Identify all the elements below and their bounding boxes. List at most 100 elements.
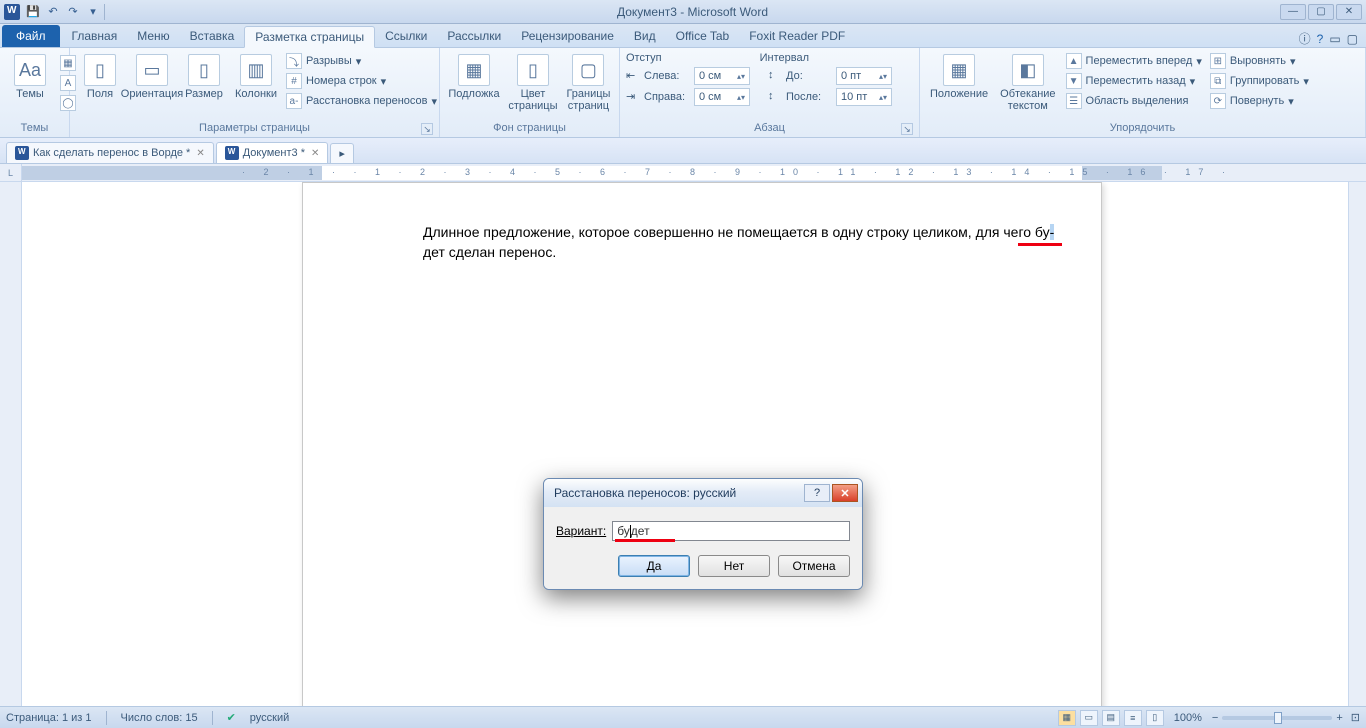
status-bar: Страница: 1 из 1 Число слов: 15 ✔ русски… — [0, 706, 1366, 728]
print-layout-view-button[interactable]: ▦ — [1058, 710, 1076, 726]
document-text[interactable]: Длинное предложение, которое совершенно … — [423, 223, 1063, 263]
tab-foxit[interactable]: Foxit Reader PDF — [739, 25, 855, 47]
indent-left-input[interactable]: 0 см▴▾ — [694, 67, 750, 85]
group-arrange-label: Упорядочить — [926, 121, 1359, 137]
dialog-title-bar[interactable]: Расстановка переносов: русский ? ✕ — [544, 479, 862, 507]
line-numbers-button[interactable]: #Номера строк ▾ — [284, 72, 439, 90]
ribbon-body: Aa Темы ▦ A ◯ Темы ▯Поля ▭Ориентация ▯Ра… — [0, 48, 1366, 138]
rotate-button[interactable]: ⟳Повернуть ▾ — [1208, 92, 1311, 110]
document-canvas[interactable]: Длинное предложение, которое совершенно … — [22, 182, 1366, 706]
annotation-underline — [1018, 243, 1062, 246]
position-button[interactable]: ▦Положение — [926, 52, 992, 102]
align-button[interactable]: ⊞Выровнять ▾ — [1208, 52, 1311, 70]
fullscreen-view-button[interactable]: ▭ — [1080, 710, 1098, 726]
cancel-button[interactable]: Отмена — [778, 555, 850, 577]
status-word-count[interactable]: Число слов: 15 — [121, 712, 198, 724]
file-tab[interactable]: Файл — [2, 25, 60, 47]
ribbon-options-icon[interactable]: ▢ — [1347, 32, 1358, 46]
hyphenation-dialog: Расстановка переносов: русский ? ✕ Вариа… — [543, 478, 863, 590]
tab-mailings[interactable]: Рассылки — [437, 25, 511, 47]
space-before-icon: ↕ — [768, 69, 782, 83]
spacing-heading: Интервал — [760, 52, 809, 64]
horizontal-ruler[interactable]: · 2 · 1 · · 1 · 2 · 3 · 4 · 5 · 6 · 7 · … — [22, 164, 1366, 182]
doctab-2[interactable]: Документ3 *✕ — [216, 142, 329, 163]
no-button[interactable]: Нет — [698, 555, 770, 577]
themes-button[interactable]: Aa Темы — [6, 52, 54, 102]
size-button[interactable]: ▯Размер — [180, 52, 228, 102]
page-setup-launcher[interactable]: ↘ — [421, 123, 433, 135]
document-tabs: Как сделать перенос в Ворде *✕ Документ3… — [0, 138, 1366, 164]
close-tab-icon[interactable]: ✕ — [196, 148, 204, 159]
help-min-icon[interactable]: ⓘ — [1299, 30, 1311, 47]
ribbon-minimize-icon[interactable]: ▭ — [1329, 32, 1340, 46]
help-icon[interactable]: ? — [1317, 32, 1324, 46]
tab-home[interactable]: Главная — [62, 25, 128, 47]
tab-menu[interactable]: Меню — [127, 25, 179, 47]
zoom-slider[interactable] — [1222, 716, 1332, 720]
wrap-text-button[interactable]: ◧Обтекание текстом — [996, 52, 1059, 114]
group-page-bg-label: Фон страницы — [446, 121, 613, 137]
ribbon-tabs: Файл Главная Меню Вставка Разметка стран… — [0, 24, 1366, 48]
vertical-scrollbar[interactable] — [1348, 182, 1366, 706]
sel-pane-icon: ☰ — [1066, 93, 1082, 109]
zoom-out-button[interactable]: − — [1212, 712, 1218, 724]
columns-button[interactable]: ▥Колонки — [232, 52, 280, 102]
themes-icon: Aa — [14, 54, 46, 86]
selected-hyphen: - — [1050, 224, 1055, 240]
space-before-input[interactable]: 0 пт▴▾ — [836, 67, 892, 85]
bring-forward-button[interactable]: ▲Переместить вперед ▾ — [1064, 52, 1204, 70]
ruler-corner[interactable]: L — [0, 164, 22, 182]
close-window-button[interactable]: ✕ — [1336, 4, 1362, 20]
web-view-button[interactable]: ▤ — [1102, 710, 1120, 726]
paragraph-launcher[interactable]: ↘ — [901, 123, 913, 135]
word-doc-icon — [225, 146, 239, 160]
margins-icon: ▯ — [84, 54, 116, 86]
hyphenation-button[interactable]: a-Расстановка переносов ▾ — [284, 92, 439, 110]
dialog-help-button[interactable]: ? — [804, 484, 830, 502]
spellcheck-icon[interactable]: ✔ — [227, 711, 236, 724]
variant-input[interactable]: будет — [612, 521, 850, 541]
tab-review[interactable]: Рецензирование — [511, 25, 624, 47]
tab-page-layout[interactable]: Разметка страницы — [244, 26, 375, 48]
watermark-button[interactable]: ▦Подложка — [446, 52, 502, 102]
space-after-input[interactable]: 10 пт▴▾ — [836, 88, 892, 106]
status-zoom[interactable]: 100% — [1174, 712, 1202, 724]
tab-office-tab[interactable]: Office Tab — [666, 25, 740, 47]
indent-left-icon: ⇤ — [626, 69, 640, 83]
send-backward-button[interactable]: ▼Переместить назад ▾ — [1064, 72, 1204, 90]
vertical-ruler[interactable] — [0, 164, 22, 706]
window-title: Документ3 - Microsoft Word — [105, 5, 1280, 19]
save-icon[interactable]: 💾 — [24, 3, 42, 21]
indent-right-input[interactable]: 0 см▴▾ — [694, 88, 750, 106]
undo-icon[interactable]: ↶ — [44, 3, 62, 21]
status-page[interactable]: Страница: 1 из 1 — [6, 712, 92, 724]
doctab-1[interactable]: Как сделать перенос в Ворде *✕ — [6, 142, 214, 163]
zoom-in-button[interactable]: + — [1336, 712, 1342, 724]
close-tab-icon[interactable]: ✕ — [311, 148, 319, 159]
qat-dropdown-icon[interactable]: ▾ — [84, 3, 102, 21]
yes-button[interactable]: Да — [618, 555, 690, 577]
redo-icon[interactable]: ↷ — [64, 3, 82, 21]
breaks-button[interactable]: ⤵Разрывы ▾ — [284, 52, 439, 70]
quick-access-toolbar: 💾 ↶ ↷ ▾ — [24, 3, 105, 21]
tab-references[interactable]: Ссылки — [375, 25, 437, 47]
annotation-underline — [615, 539, 675, 542]
restore-button[interactable]: ▢ — [1308, 4, 1334, 20]
tab-view[interactable]: Вид — [624, 25, 666, 47]
group-button[interactable]: ⧉Группировать ▾ — [1208, 72, 1311, 90]
work-area: L · 2 · 1 · · 1 · 2 · 3 · 4 · 5 · 6 · 7 … — [0, 164, 1366, 706]
outline-view-button[interactable]: ≡ — [1124, 710, 1142, 726]
minimize-button[interactable]: — — [1280, 4, 1306, 20]
zoom-fit-button[interactable]: ⊡ — [1351, 711, 1360, 724]
orientation-button[interactable]: ▭Ориентация — [128, 52, 176, 102]
draft-view-button[interactable]: ▯ — [1146, 710, 1164, 726]
tab-insert[interactable]: Вставка — [180, 25, 245, 47]
page-color-icon: ▯ — [517, 54, 549, 86]
size-icon: ▯ — [188, 54, 220, 86]
page-borders-button[interactable]: ▢Границы страниц — [564, 52, 613, 114]
selection-pane-button[interactable]: ☰Область выделения — [1064, 92, 1204, 110]
new-doctab-button[interactable]: ▸ — [330, 143, 354, 163]
dialog-close-button[interactable]: ✕ — [832, 484, 858, 502]
margins-button[interactable]: ▯Поля — [76, 52, 124, 102]
page-color-button[interactable]: ▯Цвет страницы — [506, 52, 560, 114]
